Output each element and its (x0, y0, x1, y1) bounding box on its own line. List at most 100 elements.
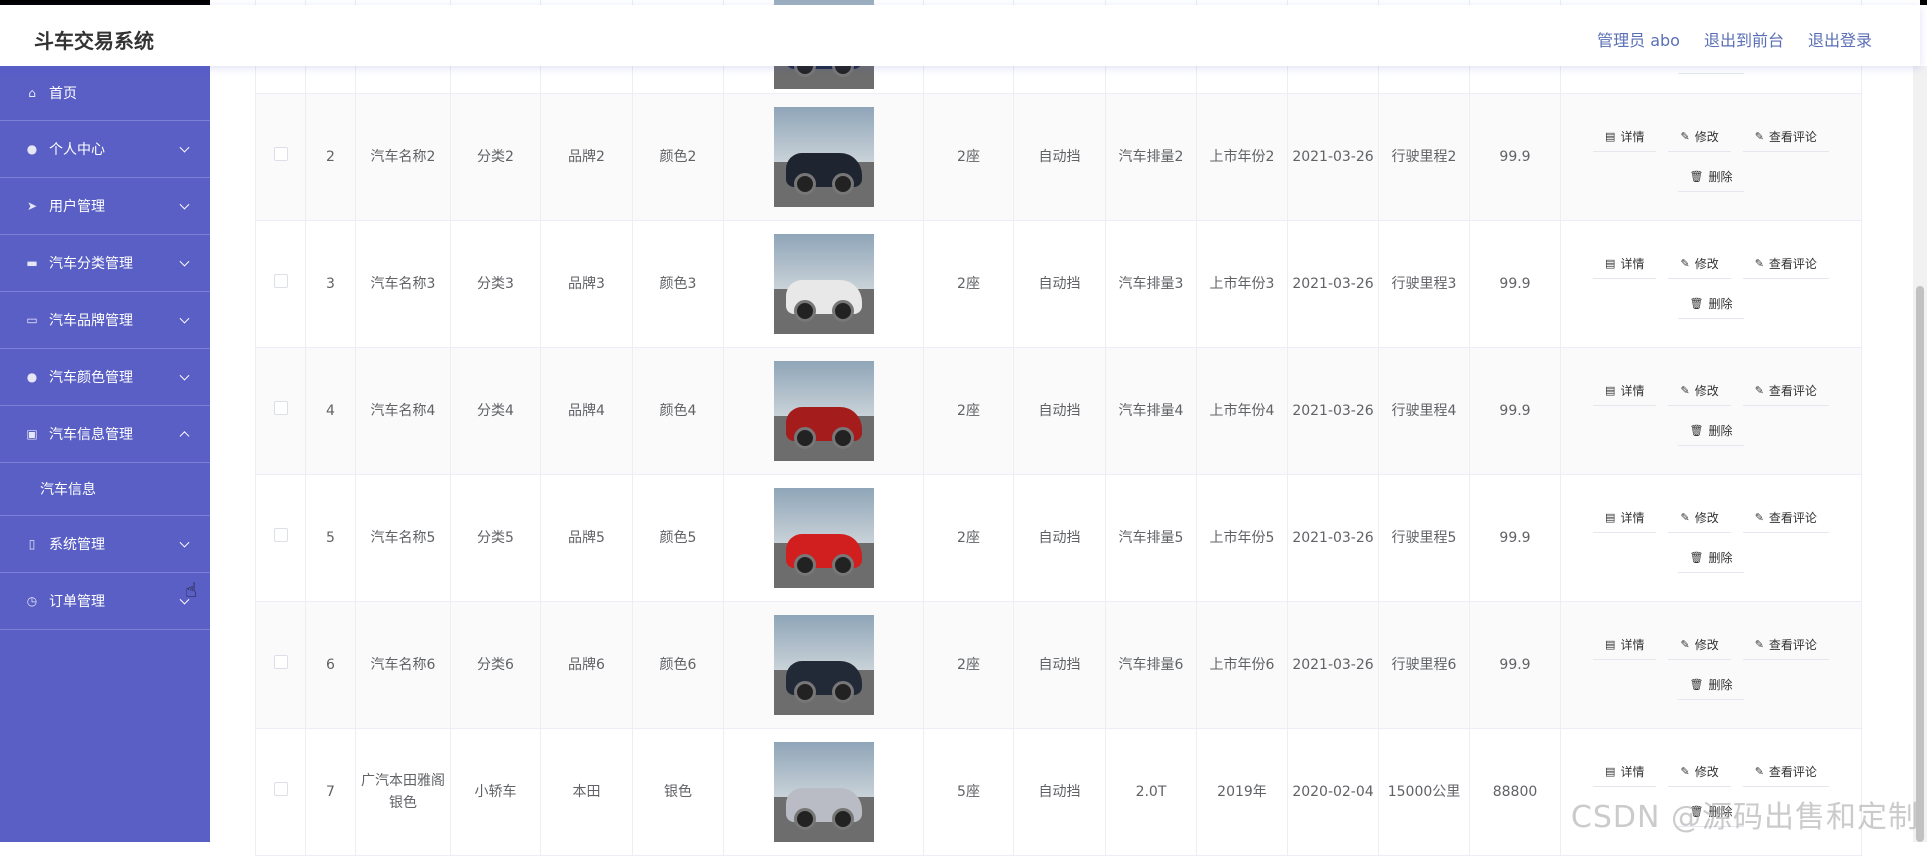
row-select-cell (256, 348, 306, 475)
cell-gearbox: 自动挡 (1014, 348, 1106, 475)
detail-button[interactable]: ▤详情 (1593, 122, 1656, 152)
car-thumbnail[interactable] (774, 361, 874, 461)
edit-button[interactable]: ✎修改 (1668, 757, 1730, 787)
car-thumbnail[interactable] (774, 234, 874, 334)
edit-button[interactable]: ✎修改 (1668, 630, 1730, 660)
cell-mileage: 行驶里程5 (1379, 475, 1470, 602)
car-thumbnail[interactable] (774, 488, 874, 588)
detail-button[interactable]: ▤详情 (1593, 249, 1656, 279)
view-reviews-button[interactable]: ✎查看评论 (1743, 757, 1829, 787)
cell-image (724, 475, 924, 602)
sidebar-item-orders[interactable]: ◷ 订单管理 (0, 573, 210, 630)
monitor-icon: ▣ (25, 427, 39, 441)
detail-button[interactable]: ▤详情 (1593, 757, 1656, 787)
admin-user-link[interactable]: 管理员 abo (1597, 27, 1680, 51)
view-reviews-button[interactable]: ✎查看评论 (1743, 122, 1829, 152)
edit-button[interactable]: ✎修改 (1668, 249, 1730, 279)
pencil-icon: ✎ (1680, 253, 1689, 275)
cell-image (724, 602, 924, 729)
car-thumbnail[interactable] (774, 615, 874, 715)
cell-date: 2021-03-26 (1288, 348, 1379, 475)
cell-actions: ▤详情 ✎修改 ✎查看评论 🗑删除 (1561, 602, 1862, 729)
sidebar-item-personal-center[interactable]: ● 个人中心 (0, 121, 210, 178)
pencil-icon: ✎ (1680, 634, 1689, 656)
cell-actions: ▤详情 ✎修改 ✎查看评论 🗑删除 (1561, 221, 1862, 348)
cell-gearbox: 自动挡 (1014, 221, 1106, 348)
row-checkbox[interactable] (274, 274, 288, 288)
cell-price: 99.9 (1470, 348, 1561, 475)
scrollbar-thumb[interactable] (1916, 286, 1924, 842)
edit-button[interactable]: ✎修改 (1668, 122, 1730, 152)
sidebar-item-label: 系统管理 (49, 534, 105, 554)
table-row: 3汽车名称3分类3品牌3颜色32座自动挡汽车排量3上市年份32021-03-26… (256, 221, 1862, 348)
cell-color: 颜色6 (633, 602, 724, 729)
car-thumbnail[interactable] (774, 742, 874, 842)
sidebar-item-car-info[interactable]: ▣ 汽车信息管理 (0, 406, 210, 463)
cell-category: 分类3 (451, 221, 541, 348)
delete-button[interactable]: 🗑删除 (1678, 670, 1745, 700)
user-icon: ● (25, 370, 39, 384)
cell-mileage: 行驶里程6 (1379, 602, 1470, 729)
pencil-icon: ✎ (1755, 253, 1764, 275)
view-reviews-button[interactable]: ✎查看评论 (1743, 376, 1829, 406)
sidebar-item-car-category[interactable]: ▬ 汽车分类管理 (0, 235, 210, 292)
row-checkbox[interactable] (274, 782, 288, 796)
delete-button[interactable]: 🗑删除 (1678, 543, 1745, 573)
view-reviews-button[interactable]: ✎查看评论 (1743, 503, 1829, 533)
view-reviews-button[interactable]: ✎查看评论 (1743, 630, 1829, 660)
car-image-icon (786, 534, 862, 568)
cell-actions: ▤详情 ✎修改 ✎查看评论 🗑删除 (1561, 475, 1862, 602)
delete-button[interactable]: 🗑删除 (1678, 289, 1745, 319)
sidebar-item-user-management[interactable]: ➤ 用户管理 (0, 178, 210, 235)
detail-button[interactable]: ▤详情 (1593, 503, 1656, 533)
detail-button[interactable]: ▤详情 (1593, 376, 1656, 406)
car-image-icon (786, 280, 862, 314)
logout-link[interactable]: 退出登录 (1808, 27, 1872, 51)
cell-id: 7 (306, 729, 356, 856)
sidebar-item-label: 订单管理 (49, 591, 105, 611)
cell-image (724, 729, 924, 856)
cell-price: 99.9 (1470, 221, 1561, 348)
pencil-icon: ✎ (1755, 634, 1764, 656)
edit-button[interactable]: ✎修改 (1668, 503, 1730, 533)
top-header: 斗车交易系统 管理员 abo 退出到前台 退出登录 (0, 5, 1920, 66)
cell-price: 99.9 (1470, 475, 1561, 602)
sidebar-item-car-brand[interactable]: ▭ 汽车品牌管理 (0, 292, 210, 349)
sidebar-subitem-car-info[interactable]: 汽车信息 (0, 463, 210, 516)
document-icon: ▤ (1605, 507, 1615, 529)
table-row: 5汽车名称5分类5品牌5颜色52座自动挡汽车排量5上市年份52021-03-26… (256, 475, 1862, 602)
row-checkbox[interactable] (274, 147, 288, 161)
cell-seats: 5座 (924, 729, 1014, 856)
trash-icon: 🗑 (1690, 166, 1704, 188)
delete-button[interactable]: 🗑删除 (1678, 416, 1745, 446)
row-checkbox[interactable] (274, 528, 288, 542)
cell-seats: 2座 (924, 94, 1014, 221)
cell-name: 汽车名称5 (356, 475, 451, 602)
cell-date: 2021-03-26 (1288, 602, 1379, 729)
cell-year: 上市年份2 (1197, 94, 1288, 221)
cell-date: 2020-02-04 (1288, 729, 1379, 856)
cell-name: 汽车名称6 (356, 602, 451, 729)
sidebar-item-label: 汽车信息管理 (49, 424, 133, 444)
detail-button[interactable]: ▤详情 (1593, 630, 1656, 660)
row-checkbox[interactable] (274, 655, 288, 669)
cell-price: 99.9 (1470, 602, 1561, 729)
edit-button[interactable]: ✎修改 (1668, 376, 1730, 406)
cell-name: 广汽本田雅阁银色 (356, 729, 451, 856)
view-reviews-button[interactable]: ✎查看评论 (1743, 249, 1829, 279)
row-checkbox[interactable] (274, 401, 288, 415)
cell-brand: 本田 (541, 729, 633, 856)
document-icon: ▤ (1605, 126, 1615, 148)
sidebar-item-system[interactable]: ▯ 系统管理 (0, 516, 210, 573)
delete-button[interactable]: 🗑删除 (1678, 162, 1745, 192)
cell-id: 5 (306, 475, 356, 602)
cell-brand: 品牌3 (541, 221, 633, 348)
cell-id: 2 (306, 94, 356, 221)
scrollbar[interactable] (1913, 66, 1927, 842)
car-thumbnail[interactable] (774, 107, 874, 207)
car-image-icon (786, 661, 862, 695)
exit-to-front-link[interactable]: 退出到前台 (1704, 27, 1784, 51)
cell-image (724, 94, 924, 221)
sidebar-item-home[interactable]: ⌂ 首页 (0, 66, 210, 121)
sidebar-item-car-color[interactable]: ● 汽车颜色管理 (0, 349, 210, 406)
